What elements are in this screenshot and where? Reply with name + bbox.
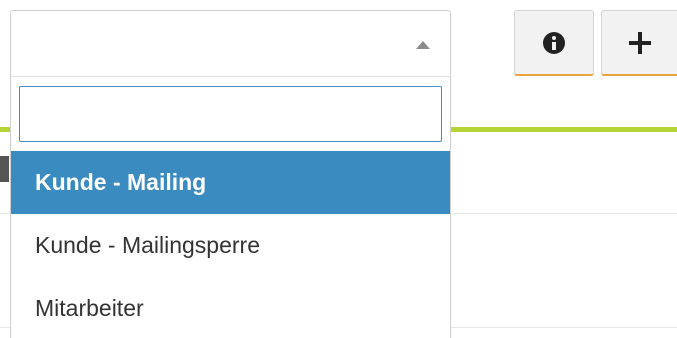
select-dropdown: Kunde - Mailing Kunde - Mailingsperre Mi…	[10, 76, 451, 338]
option-mitarbeiter[interactable]: Mitarbeiter	[11, 277, 450, 338]
info-button[interactable]	[514, 10, 594, 76]
info-circle-icon	[543, 31, 565, 54]
option-kunde-mailingsperre[interactable]: Kunde - Mailingsperre	[11, 214, 450, 277]
add-button[interactable]	[601, 10, 677, 76]
plus-icon	[628, 31, 651, 54]
option-list: Kunde - Mailing Kunde - Mailingsperre Mi…	[11, 151, 450, 338]
dropdown-search	[19, 86, 442, 142]
dropdown-search-input[interactable]	[19, 86, 442, 142]
caret-up-icon[interactable]	[416, 41, 430, 49]
option-kunde-mailing[interactable]: Kunde - Mailing	[11, 151, 450, 214]
category-select[interactable]	[10, 10, 451, 76]
page: Kunde - Mailing Kunde - Mailingsperre Mi…	[0, 0, 677, 338]
background-text-fragment	[0, 156, 9, 182]
